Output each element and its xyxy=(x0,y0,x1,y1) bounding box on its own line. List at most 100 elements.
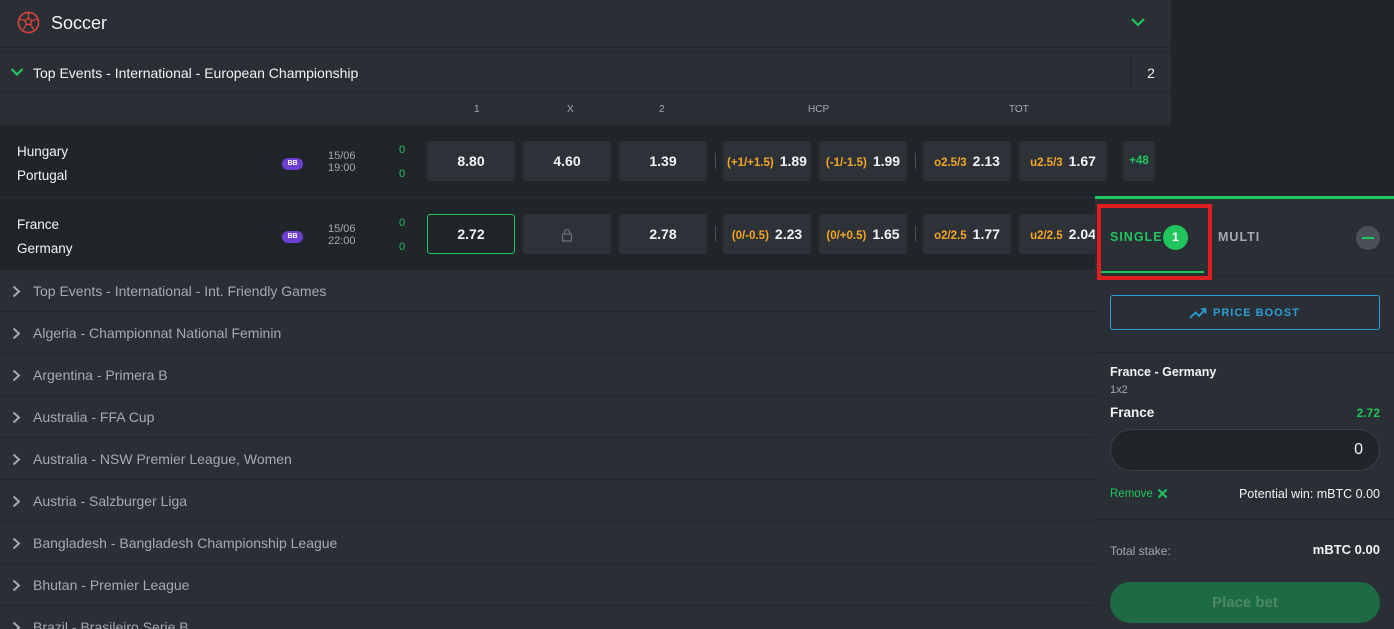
sport-header[interactable]: Soccer xyxy=(0,0,1171,48)
odd-button-under[interactable]: u2.5/3 1.67 xyxy=(1019,141,1107,181)
sport-title: Soccer xyxy=(51,13,108,33)
league-row-european-championship[interactable]: Top Events - International - European Ch… xyxy=(0,51,1171,93)
league-name: Australia - FFA Cup xyxy=(33,409,155,425)
odd-button-hcp-home[interactable]: (0/-0.5) 2.23 xyxy=(723,214,811,254)
col-head-2: 2 xyxy=(659,104,665,115)
away-score: 0 xyxy=(399,241,406,253)
trending-up-icon xyxy=(1189,308,1207,319)
bet-builder-badge: BB xyxy=(282,158,303,170)
league-name: Argentina - Primera B xyxy=(33,367,168,383)
odd-button-hcp-away[interactable]: (-1/-1.5) 1.99 xyxy=(819,141,907,181)
league-row-collapsed[interactable]: Austria - Salzburger Liga xyxy=(0,481,1171,522)
match-row-hungary-portugal[interactable]: Hungary Portugal BB 15/06 19:00 0 0 8.80… xyxy=(0,125,1171,197)
total-line: o2.5/3 xyxy=(934,157,967,169)
divider xyxy=(915,226,916,242)
minimize-betslip-button[interactable] xyxy=(1356,226,1380,250)
divider xyxy=(715,226,716,242)
odd-button-2[interactable]: 1.39 xyxy=(619,141,707,181)
chevron-right-icon xyxy=(12,369,21,382)
market-column-headers: 1 X 2 HCP TOT xyxy=(0,94,1171,125)
total-stake-value: mBTC 0.00 xyxy=(1312,542,1380,557)
league-row-collapsed[interactable]: Australia - NSW Premier League, Women xyxy=(0,439,1171,480)
chevron-right-icon xyxy=(12,621,21,629)
chevron-down-icon xyxy=(10,68,24,77)
league-name: Austria - Salzburger Liga xyxy=(33,493,188,509)
odd-button-1-selected[interactable]: 2.72 xyxy=(427,214,515,254)
match-datetime: 15/06 22:00 xyxy=(328,223,356,247)
odd-button-x[interactable]: 4.60 xyxy=(523,141,611,181)
chevron-right-icon xyxy=(12,285,21,298)
odd-button-2[interactable]: 2.78 xyxy=(619,214,707,254)
away-team: Germany xyxy=(17,241,73,256)
odd-button-hcp-away[interactable]: (0/+0.5) 1.65 xyxy=(819,214,907,254)
events-panel: Soccer Top Events - International - Euro… xyxy=(0,0,1171,629)
league-name: Top Events - International - European Ch… xyxy=(33,65,359,81)
collapse-sport-chevron-icon[interactable] xyxy=(1130,16,1146,28)
potential-win: Potential win: mBTC 0.00 xyxy=(1238,487,1380,501)
tab-multi[interactable]: MULTI xyxy=(1218,230,1260,244)
odd-button-over[interactable]: o2.5/3 2.13 xyxy=(923,141,1011,181)
hcp-line: (0/-0.5) xyxy=(731,230,769,242)
odd-button-hcp-home[interactable]: (+1/+1.5) 1.89 xyxy=(723,141,811,181)
live-scores: 0 0 xyxy=(399,211,405,259)
place-bet-button[interactable]: Place bet xyxy=(1110,582,1380,623)
chevron-right-icon xyxy=(12,453,21,466)
close-icon[interactable] xyxy=(1157,488,1168,499)
hcp-line: (0/+0.5) xyxy=(826,230,867,242)
match-row-france-germany[interactable]: France Germany BB 15/06 22:00 0 0 2.72 2… xyxy=(0,198,1171,270)
price-boost-button[interactable]: PRICE BOOST xyxy=(1110,295,1380,330)
price-boost-label: PRICE BOOST xyxy=(1213,307,1300,319)
lock-icon xyxy=(561,229,573,242)
match-datetime: 15/06 19:00 xyxy=(328,150,356,174)
divider xyxy=(915,153,916,169)
bet-odds: 2.72 xyxy=(1356,406,1380,420)
match-date: 15/06 xyxy=(328,223,356,235)
hcp-odd: 1.99 xyxy=(872,153,901,169)
col-head-tot: TOT xyxy=(1009,104,1029,115)
divider xyxy=(1095,519,1394,520)
league-row-collapsed[interactable]: Brazil - Brasileiro Serie B xyxy=(0,607,1171,629)
league-name: Bhutan - Premier League xyxy=(33,577,190,593)
league-row-collapsed[interactable]: Argentina - Primera B xyxy=(0,355,1171,396)
team-names: Hungary Portugal xyxy=(17,140,68,188)
odd-button-under[interactable]: u2/2.5 2.04 xyxy=(1019,214,1107,254)
league-row-collapsed[interactable]: Bhutan - Premier League xyxy=(0,565,1171,606)
league-name: Algeria - Championnat National Feminin xyxy=(33,325,282,341)
chevron-right-icon xyxy=(12,327,21,340)
league-row-collapsed[interactable]: Algeria - Championnat National Feminin xyxy=(0,313,1171,354)
league-row-collapsed[interactable]: Top Events - International - Int. Friend… xyxy=(0,271,1171,312)
chevron-right-icon xyxy=(12,537,21,550)
total-stake-label: Total stake: xyxy=(1110,544,1171,558)
remove-selection-link[interactable]: Remove xyxy=(1110,488,1153,500)
event-count-box: 2 xyxy=(1130,52,1171,93)
away-team: Portugal xyxy=(17,168,68,183)
bet-market: 1x2 xyxy=(1110,384,1128,396)
bet-selection: France xyxy=(1110,405,1155,420)
highlight-annotation-box xyxy=(1097,204,1212,280)
hcp-line: (-1/-1.5) xyxy=(825,157,867,169)
odd-button-over[interactable]: o2/2.5 1.77 xyxy=(923,214,1011,254)
league-name: Top Events - International - Int. Friend… xyxy=(33,283,327,299)
hcp-line: (+1/+1.5) xyxy=(727,157,774,169)
col-head-hcp: HCP xyxy=(808,104,830,115)
team-names: France Germany xyxy=(17,213,73,261)
divider xyxy=(715,153,716,169)
odd-button-1[interactable]: 8.80 xyxy=(427,141,515,181)
more-markets-button[interactable]: +48 xyxy=(1123,141,1155,181)
hcp-odd: 1.65 xyxy=(872,226,900,242)
total-odd: 2.13 xyxy=(972,153,1000,169)
home-team: Hungary xyxy=(17,144,69,159)
league-row-collapsed[interactable]: Australia - FFA Cup xyxy=(0,397,1171,438)
chevron-right-icon xyxy=(12,579,21,592)
total-line: o2/2.5 xyxy=(934,230,967,242)
stake-input[interactable] xyxy=(1110,429,1380,471)
home-score: 0 xyxy=(399,144,406,156)
league-row-collapsed[interactable]: Bangladesh - Bangladesh Championship Lea… xyxy=(0,523,1171,564)
chevron-right-icon xyxy=(12,495,21,508)
match-time: 22:00 xyxy=(328,235,356,247)
league-name: Australia - NSW Premier League, Women xyxy=(33,451,292,467)
total-odd: 2.04 xyxy=(1068,226,1096,242)
odd-button-x-locked xyxy=(523,214,611,254)
total-line: u2/2.5 xyxy=(1030,230,1063,242)
home-score: 0 xyxy=(399,217,406,229)
